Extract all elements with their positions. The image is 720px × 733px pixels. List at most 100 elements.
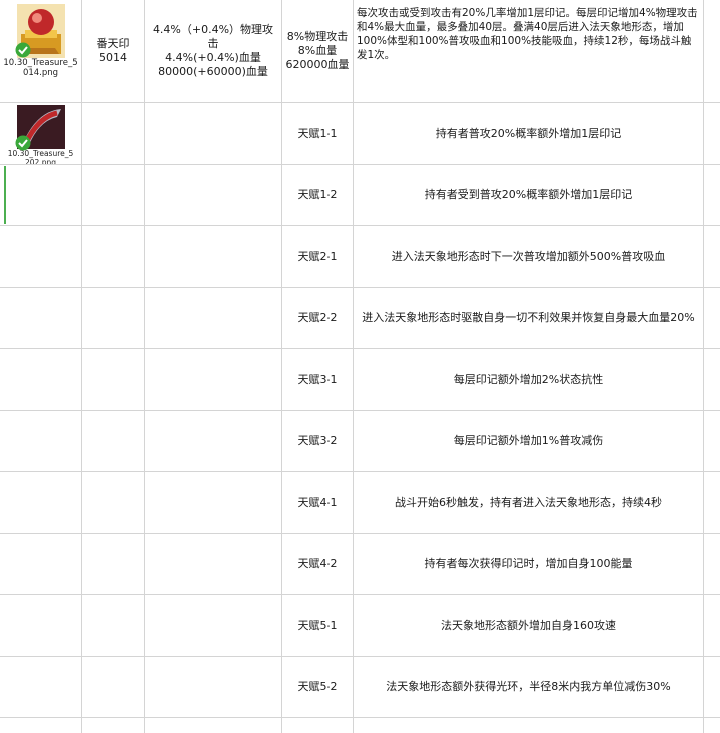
description-cell[interactable]: 持有者受到普攻20%概率额外增加1层印记 — [354, 165, 704, 225]
talent-cell[interactable]: 天赋1-2 — [282, 165, 354, 225]
table-row: 天赋3-1 每层印记额外增加2%状态抗性 — [0, 349, 720, 411]
empty-cell[interactable] — [0, 288, 82, 348]
empty-cell[interactable] — [82, 288, 145, 348]
empty-cell[interactable] — [0, 534, 82, 594]
empty-cell[interactable] — [704, 595, 720, 656]
table-row: 天赋5-2 法天象地形态额外获得光环，半径8米内我方单位减伤30% — [0, 657, 720, 718]
empty-cell[interactable] — [0, 411, 82, 471]
empty-cell[interactable] — [145, 411, 282, 471]
empty-cell[interactable] — [0, 657, 82, 717]
empty-cell[interactable] — [82, 718, 145, 733]
empty-cell[interactable] — [145, 657, 282, 717]
empty-cell[interactable] — [282, 718, 354, 733]
talent-label: 天赋3-2 — [297, 434, 338, 447]
talent-cell[interactable]: 天赋4-2 — [282, 534, 354, 594]
description-text: 每次攻击或受到攻击有20%几率增加1层印记。每层印记增加4%物理攻击和4%最大血… — [357, 7, 698, 61]
empty-cell[interactable] — [704, 103, 720, 164]
talent-label: 天赋2-2 — [297, 311, 338, 324]
empty-cell[interactable] — [145, 349, 282, 410]
empty-cell[interactable] — [82, 411, 145, 471]
empty-cell[interactable] — [704, 534, 720, 594]
image-filename: 10.30_Treasure_5014.png — [3, 58, 78, 78]
empty-cell[interactable] — [0, 165, 82, 225]
empty-cell[interactable] — [704, 718, 720, 733]
selection-indicator — [4, 166, 6, 224]
empty-cell[interactable] — [704, 411, 720, 471]
attribute-line: 4.4%(+0.4%)血量 — [165, 51, 261, 64]
empty-cell[interactable] — [704, 226, 720, 287]
empty-cell[interactable] — [704, 472, 720, 533]
treasure-5202-thumbnail — [15, 105, 65, 151]
description-cell[interactable]: 持有者每次获得印记时，增加自身100能量 — [354, 534, 704, 594]
empty-cell[interactable] — [145, 103, 282, 164]
empty-cell[interactable] — [145, 226, 282, 287]
talent-cell[interactable]: 天赋3-1 — [282, 349, 354, 410]
empty-cell[interactable] — [82, 226, 145, 287]
attribute-line: 4.4%（+0.4%）物理攻击 — [152, 23, 274, 50]
empty-cell[interactable] — [145, 288, 282, 348]
empty-cell[interactable] — [82, 534, 145, 594]
table-row: 天赋3-2 每层印记额外增加1%普攻减伤 — [0, 411, 720, 472]
table-row — [0, 718, 720, 733]
base-stat-cell[interactable]: 8%物理攻击 8%血量 620000血量 — [282, 0, 354, 102]
talent-cell[interactable]: 天赋1-1 — [282, 103, 354, 164]
description-cell[interactable]: 持有者普攻20%概率额外增加1层印记 — [354, 103, 704, 164]
talent-label: 天赋4-2 — [297, 557, 338, 570]
talent-cell[interactable]: 天赋2-2 — [282, 288, 354, 348]
spreadsheet-grid: 10.30_Treasure_5014.png 番天印 5014 4.4%（+0… — [0, 0, 720, 733]
empty-cell[interactable] — [704, 657, 720, 717]
empty-cell[interactable] — [145, 165, 282, 225]
talent-label: 天赋5-1 — [297, 618, 338, 632]
description-cell[interactable]: 每次攻击或受到攻击有20%几率增加1层印记。每层印记增加4%物理攻击和4%最大血… — [354, 0, 704, 102]
empty-cell[interactable] — [82, 472, 145, 533]
description-cell[interactable]: 进入法天象地形态时下一次普攻增加额外500%普攻吸血 — [354, 226, 704, 287]
description-text: 法天象地形态额外获得光环，半径8米内我方单位减伤30% — [386, 680, 671, 693]
image-cell[interactable]: 10.30_Treasure_5202.png — [0, 103, 82, 164]
talent-label: 天赋1-2 — [297, 188, 338, 201]
attribute-cell[interactable]: 4.4%（+0.4%）物理攻击 4.4%(+0.4%)血量 80000(+600… — [145, 0, 282, 102]
talent-cell[interactable]: 天赋4-1 — [282, 472, 354, 533]
treasure-name-cell[interactable]: 番天印 5014 — [82, 0, 145, 102]
table-row: 天赋5-1 法天象地形态额外增加自身160攻速 — [0, 595, 720, 657]
empty-cell[interactable] — [145, 718, 282, 733]
empty-cell[interactable] — [82, 165, 145, 225]
empty-cell[interactable] — [145, 534, 282, 594]
empty-cell[interactable] — [0, 595, 82, 656]
description-text: 每层印记额外增加2%状态抗性 — [453, 372, 604, 386]
description-cell[interactable]: 每层印记额外增加1%普攻减伤 — [354, 411, 704, 471]
description-text: 法天象地形态额外增加自身160攻速 — [441, 618, 616, 632]
description-cell[interactable]: 法天象地形态额外获得光环，半径8米内我方单位减伤30% — [354, 657, 704, 717]
talent-cell[interactable]: 天赋2-1 — [282, 226, 354, 287]
talent-cell[interactable]: 天赋5-1 — [282, 595, 354, 656]
empty-cell[interactable] — [0, 349, 82, 410]
description-text: 持有者受到普攻20%概率额外增加1层印记 — [424, 188, 633, 201]
table-row: 天赋4-2 持有者每次获得印记时，增加自身100能量 — [0, 534, 720, 595]
talent-label: 天赋1-1 — [297, 126, 338, 140]
description-cell[interactable]: 每层印记额外增加2%状态抗性 — [354, 349, 704, 410]
talent-cell[interactable]: 天赋3-2 — [282, 411, 354, 471]
empty-cell[interactable] — [704, 0, 720, 102]
empty-cell[interactable] — [145, 472, 282, 533]
description-cell[interactable]: 战斗开始6秒触发，持有者进入法天象地形态，持续4秒 — [354, 472, 704, 533]
empty-cell[interactable] — [0, 472, 82, 533]
empty-cell[interactable] — [704, 288, 720, 348]
empty-cell[interactable] — [82, 595, 145, 656]
empty-cell[interactable] — [0, 226, 82, 287]
table-row: 天赋4-1 战斗开始6秒触发，持有者进入法天象地形态，持续4秒 — [0, 472, 720, 534]
empty-cell[interactable] — [0, 718, 82, 733]
checkmark-icon — [15, 135, 30, 151]
empty-cell[interactable] — [145, 595, 282, 656]
empty-cell[interactable] — [82, 657, 145, 717]
empty-cell[interactable] — [82, 349, 145, 410]
description-cell[interactable]: 进入法天象地形态时驱散自身一切不利效果并恢复自身最大血量20% — [354, 288, 704, 348]
image-cell[interactable]: 10.30_Treasure_5014.png — [0, 0, 82, 102]
table-row: 10.30_Treasure_5014.png 番天印 5014 4.4%（+0… — [0, 0, 720, 103]
empty-cell[interactable] — [704, 349, 720, 410]
table-row: 天赋2-1 进入法天象地形态时下一次普攻增加额外500%普攻吸血 — [0, 226, 720, 288]
empty-cell[interactable] — [82, 103, 145, 164]
description-cell[interactable]: 法天象地形态额外增加自身160攻速 — [354, 595, 704, 656]
talent-cell[interactable]: 天赋5-2 — [282, 657, 354, 717]
empty-cell[interactable] — [704, 165, 720, 225]
empty-cell[interactable] — [354, 718, 704, 733]
description-text: 进入法天象地形态时下一次普攻增加额外500%普攻吸血 — [391, 249, 666, 263]
